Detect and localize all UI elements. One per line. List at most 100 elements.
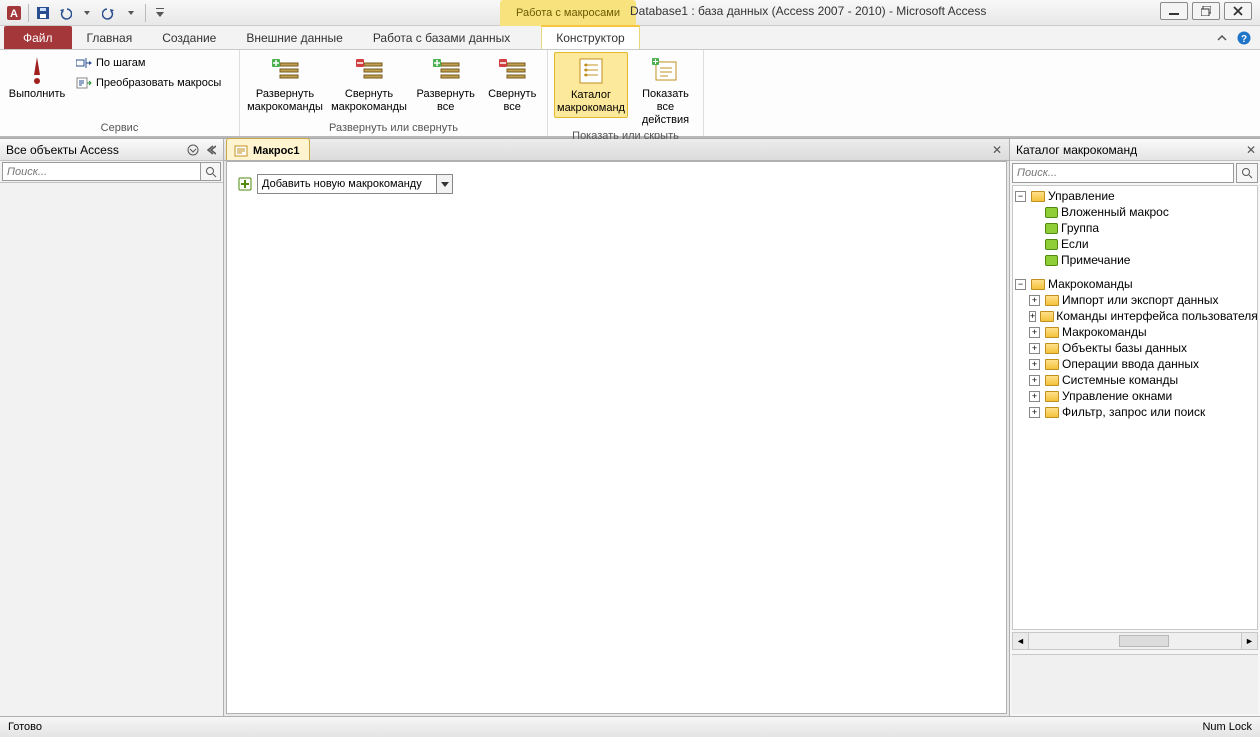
status-ready: Готово: [8, 721, 42, 733]
undo-icon[interactable]: [55, 3, 75, 23]
collapse-all-button[interactable]: Свернуть все: [483, 52, 541, 116]
minimize-button[interactable]: [1160, 2, 1188, 20]
expand-icon[interactable]: +: [1029, 407, 1040, 418]
macro-designer-canvas[interactable]: [226, 161, 1007, 714]
tree-node-control-flow[interactable]: − Управление: [1015, 188, 1255, 204]
catalog-description-area: [1012, 654, 1258, 714]
tree-label: Объекты базы данных: [1062, 341, 1187, 355]
expand-icon[interactable]: +: [1029, 391, 1040, 402]
window-controls: [1160, 2, 1252, 20]
scroll-left-icon[interactable]: ◄: [1013, 633, 1029, 649]
tree-leaf[interactable]: Группа: [1015, 220, 1255, 236]
undo-dropdown-icon[interactable]: [77, 3, 97, 23]
contextual-tab-label: Работа с макросами: [500, 0, 636, 26]
close-button[interactable]: [1224, 2, 1252, 20]
tree-leaf[interactable]: Примечание: [1015, 252, 1255, 268]
save-icon[interactable]: [33, 3, 53, 23]
nav-dropdown-icon[interactable]: [185, 142, 201, 158]
exclamation-icon: [21, 54, 53, 86]
qat-customize-icon[interactable]: [150, 3, 170, 23]
tab-designer[interactable]: Конструктор: [541, 25, 639, 49]
single-step-button[interactable]: По шагам: [74, 54, 223, 72]
document-close-button[interactable]: ✕: [989, 142, 1005, 158]
catalog-header: Каталог макрокоманд ✕: [1010, 139, 1260, 161]
expand-icon[interactable]: +: [1029, 311, 1036, 322]
expand-icon[interactable]: +: [1029, 359, 1040, 370]
expand-all-button[interactable]: Развернуть все: [414, 52, 477, 116]
convert-macros-button[interactable]: Преобразовать макросы: [74, 74, 223, 92]
collapse-icon[interactable]: −: [1015, 279, 1026, 290]
expand-icon[interactable]: +: [1029, 343, 1040, 354]
app-title: Database1 : база данных (Access 2007 - 2…: [630, 4, 986, 18]
expand-all-label: Развернуть все: [416, 88, 475, 114]
catalog-search-button[interactable]: [1236, 163, 1258, 183]
tree-node-action-group[interactable]: +Фильтр, запрос или поиск: [1015, 404, 1255, 420]
action-catalog-label: Каталог макрокоманд: [557, 89, 625, 115]
tab-external-data[interactable]: Внешние данные: [231, 26, 358, 49]
convert-icon: [76, 75, 92, 91]
tree-node-action-group[interactable]: + Макрокоманды: [1015, 324, 1255, 340]
tree-node-action-group[interactable]: +Команды интерфейса пользователя: [1015, 308, 1255, 324]
nav-pane-body: [0, 183, 223, 716]
action-icon: [1043, 205, 1059, 219]
step-icon: [76, 55, 92, 71]
expand-actions-icon: [269, 54, 301, 86]
folder-icon: [1044, 293, 1060, 307]
restore-button[interactable]: [1192, 2, 1220, 20]
tab-create[interactable]: Создание: [147, 26, 231, 49]
tree-node-action-group[interactable]: + Импорт или экспорт данных: [1015, 292, 1255, 308]
tree-leaf[interactable]: Вложенный макрос: [1015, 204, 1255, 220]
ribbon: Выполнить По шагам Преобразовать макросы…: [0, 50, 1260, 138]
catalog-tree[interactable]: − Управление Вложенный макросГруппаЕслиП…: [1012, 185, 1258, 630]
tree-node-actions[interactable]: − Макрокоманды: [1015, 276, 1255, 292]
collapse-actions-button[interactable]: Свернуть макрокоманды: [330, 52, 408, 116]
tab-database-tools[interactable]: Работа с базами данных: [358, 26, 525, 49]
plus-icon[interactable]: [237, 176, 253, 192]
tree-leaf[interactable]: Если: [1015, 236, 1255, 252]
tree-label: Импорт или экспорт данных: [1062, 293, 1219, 307]
catalog-title: Каталог макрокоманд: [1016, 143, 1137, 157]
document-area: Макрос1 ✕: [224, 139, 1010, 716]
app-icon[interactable]: A: [4, 3, 24, 23]
redo-icon[interactable]: [99, 3, 119, 23]
collapse-icon[interactable]: −: [1015, 191, 1026, 202]
tab-home[interactable]: Главная: [72, 26, 148, 49]
nav-pane-header[interactable]: Все объекты Access: [0, 139, 223, 161]
tree-node-action-group[interactable]: + Системные команды: [1015, 372, 1255, 388]
group-tools-label: Сервис: [6, 121, 233, 136]
scroll-right-icon[interactable]: ►: [1241, 633, 1257, 649]
nav-search-button[interactable]: [201, 162, 221, 181]
expand-icon[interactable]: +: [1029, 327, 1040, 338]
expand-icon[interactable]: +: [1029, 375, 1040, 386]
catalog-close-button[interactable]: ✕: [1246, 143, 1256, 157]
scroll-thumb[interactable]: [1119, 635, 1169, 647]
folder-icon: [1040, 309, 1054, 323]
tree-label: Системные команды: [1062, 373, 1178, 387]
title-bar: A Работа с макросами Database1 : база да…: [0, 0, 1260, 26]
tree-node-action-group[interactable]: +Операции ввода данных: [1015, 356, 1255, 372]
expand-actions-button[interactable]: Развернуть макрокоманды: [246, 52, 324, 116]
minimize-ribbon-icon[interactable]: [1214, 30, 1230, 46]
document-tab-macro1[interactable]: Макрос1: [226, 138, 310, 160]
tree-label: Макрокоманды: [1062, 325, 1147, 339]
folder-icon: [1044, 357, 1060, 371]
tree-node-action-group[interactable]: +Управление окнами: [1015, 388, 1255, 404]
help-icon[interactable]: ?: [1236, 30, 1252, 46]
nav-collapse-icon[interactable]: [203, 142, 219, 158]
svg-text:A: A: [10, 8, 18, 20]
nav-search-input[interactable]: [2, 162, 201, 181]
add-action-input[interactable]: [258, 175, 436, 193]
add-action-combobox[interactable]: [257, 174, 453, 194]
redo-dropdown-icon[interactable]: [121, 3, 141, 23]
run-button[interactable]: Выполнить: [6, 52, 68, 103]
catalog-horizontal-scrollbar[interactable]: ◄ ►: [1012, 632, 1258, 650]
navigation-pane: Все объекты Access: [0, 139, 224, 716]
action-catalog-button[interactable]: Каталог макрокоманд: [554, 52, 628, 118]
expand-icon[interactable]: +: [1029, 295, 1040, 306]
tree-node-action-group[interactable]: + Объекты базы данных: [1015, 340, 1255, 356]
tab-file[interactable]: Файл: [4, 26, 72, 49]
show-all-actions-button[interactable]: Показать все действия: [634, 52, 697, 129]
catalog-search-input[interactable]: [1012, 163, 1234, 183]
workspace: Все объекты Access Макрос1 ✕: [0, 138, 1260, 716]
add-action-dropdown-icon[interactable]: [436, 175, 452, 193]
